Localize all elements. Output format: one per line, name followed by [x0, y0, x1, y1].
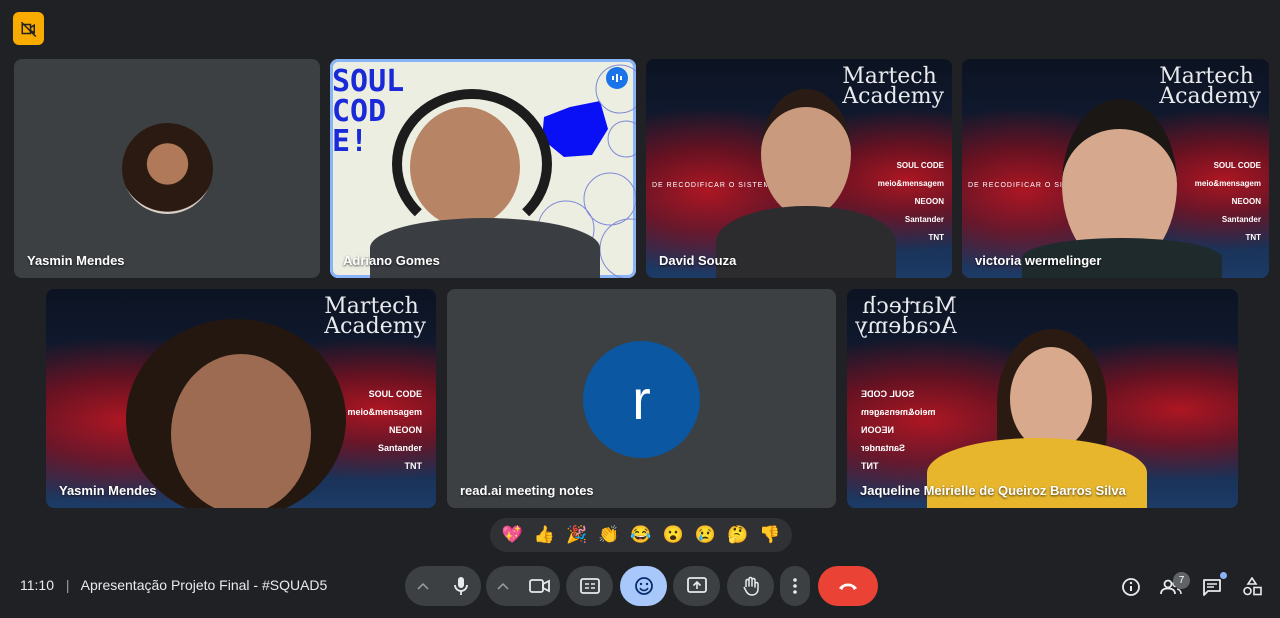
unread-dot — [1220, 572, 1227, 579]
avatar: r — [583, 341, 700, 458]
videocam-icon — [529, 579, 550, 593]
raise-hand-button[interactable] — [727, 566, 774, 606]
participant-tile[interactable]: Martech Academy DE RECODIFICAR O SISTEMA … — [646, 59, 952, 278]
mic-icon — [454, 577, 468, 595]
reaction-clapping[interactable]: 👏 — [598, 525, 619, 545]
participant-name: Yasmin Mendes — [27, 253, 125, 268]
reaction-joy[interactable]: 😂 — [630, 525, 651, 545]
audio-indicator — [606, 67, 628, 89]
reaction-thumbs-down[interactable]: 👎 — [759, 525, 780, 545]
participant-tile[interactable]: r read.ai meeting notes — [447, 289, 836, 508]
sponsor-logos: SOUL CODE meio&mensagem NEOON Santander TNT — [861, 389, 936, 471]
present-screen-button[interactable] — [673, 566, 720, 606]
chevron-up-icon — [497, 582, 509, 590]
participant-name: read.ai meeting notes — [460, 483, 594, 498]
camera-off-indicator[interactable] — [13, 12, 44, 45]
martech-brand: Martech Academy — [842, 64, 944, 109]
audio-options-button[interactable] — [405, 566, 441, 606]
banner-text: DE RECODIFICAR O SISTEMA — [652, 182, 776, 189]
person-head — [761, 89, 851, 217]
mic-group — [405, 566, 481, 606]
meeting-info: 11:10 | Apresentação Projeto Final - #SQ… — [20, 577, 327, 593]
participant-tile-active[interactable]: SOUL CODE! Adriano Gomes — [330, 59, 636, 278]
smiley-icon — [634, 577, 653, 595]
call-end-icon — [839, 583, 857, 590]
separator: | — [65, 577, 70, 593]
video-options-button[interactable] — [486, 566, 520, 606]
reaction-surprised[interactable]: 😮 — [663, 525, 684, 545]
activities-button[interactable] — [1241, 576, 1263, 598]
leave-call-button[interactable] — [818, 566, 878, 606]
participant-tile[interactable]: Martech Academy SOUL CODE meio&mensagem NEO… — [46, 289, 436, 508]
participant-count-badge: 7 — [1173, 572, 1190, 589]
sound-wave-icon — [612, 74, 622, 82]
martech-brand: Martech Academy — [324, 294, 426, 339]
captions-button[interactable] — [566, 566, 613, 606]
participant-name: victoria wermelinger — [975, 253, 1102, 268]
participant-name: Adriano Gomes — [343, 253, 440, 268]
sponsor-logos: SOUL CODE meio&mensagem NEOON Santander TNT — [347, 389, 422, 471]
more-vert-icon — [793, 578, 797, 594]
camera-group — [486, 566, 560, 606]
avatar — [122, 123, 213, 214]
meeting-time: 11:10 — [20, 577, 54, 593]
videocam-off-icon — [20, 21, 36, 37]
closed-captions-icon — [579, 578, 600, 594]
participant-tile[interactable]: Martech Academy SOUL CODE meio&mensagem NEO… — [847, 289, 1238, 508]
reaction-crying[interactable]: 😢 — [695, 525, 716, 545]
people-button[interactable]: 7 — [1160, 572, 1190, 598]
participant-name: Jaqueline Meirielle de Queiroz Barros Si… — [860, 483, 1126, 498]
person-body — [716, 206, 896, 278]
present-screen-icon — [686, 577, 707, 593]
info-icon — [1122, 578, 1140, 596]
chevron-up-icon — [417, 582, 429, 590]
participant-tile[interactable]: Yasmin Mendes — [14, 59, 320, 278]
participant-name: Yasmin Mendes — [59, 483, 157, 498]
person-head — [410, 107, 520, 227]
raise-hand-icon — [742, 576, 759, 596]
reaction-thinking[interactable]: 🤔 — [727, 525, 748, 545]
person-head — [171, 354, 311, 508]
shapes-icon — [1243, 577, 1262, 596]
reaction-party-popper[interactable]: 🎉 — [566, 525, 587, 545]
reaction-thumbs-up[interactable]: 👍 — [534, 525, 555, 545]
chat-icon — [1203, 579, 1221, 596]
sponsor-logos: SOUL CODE meio&mensagem NEOON Santander TNT — [1194, 161, 1261, 242]
person-body — [370, 218, 600, 278]
participant-name: David Souza — [659, 253, 737, 268]
avatar-letter: r — [632, 367, 651, 431]
meeting-details-button[interactable] — [1120, 576, 1142, 598]
martech-brand: Martech Academy — [855, 294, 957, 339]
meeting-title: Apresentação Projeto Final - #SQUAD5 — [80, 577, 328, 593]
person-head — [1010, 347, 1092, 451]
martech-brand: Martech Academy — [1159, 64, 1261, 109]
mic-button[interactable] — [441, 566, 481, 606]
reactions-bar: 💖 👍 🎉 👏 😂 😮 😢 🤔 👎 — [490, 518, 792, 552]
bottom-toolbar: 11:10 | Apresentação Projeto Final - #SQ… — [0, 560, 1280, 610]
participant-tile[interactable]: Martech Academy DE RECODIFICAR O SISTEMA … — [962, 59, 1269, 278]
camera-button[interactable] — [520, 566, 560, 606]
reaction-sparkling-heart[interactable]: 💖 — [502, 525, 523, 545]
chat-button[interactable] — [1201, 572, 1227, 598]
more-options-button[interactable] — [780, 566, 810, 606]
emoji-reactions-button[interactable] — [620, 566, 667, 606]
